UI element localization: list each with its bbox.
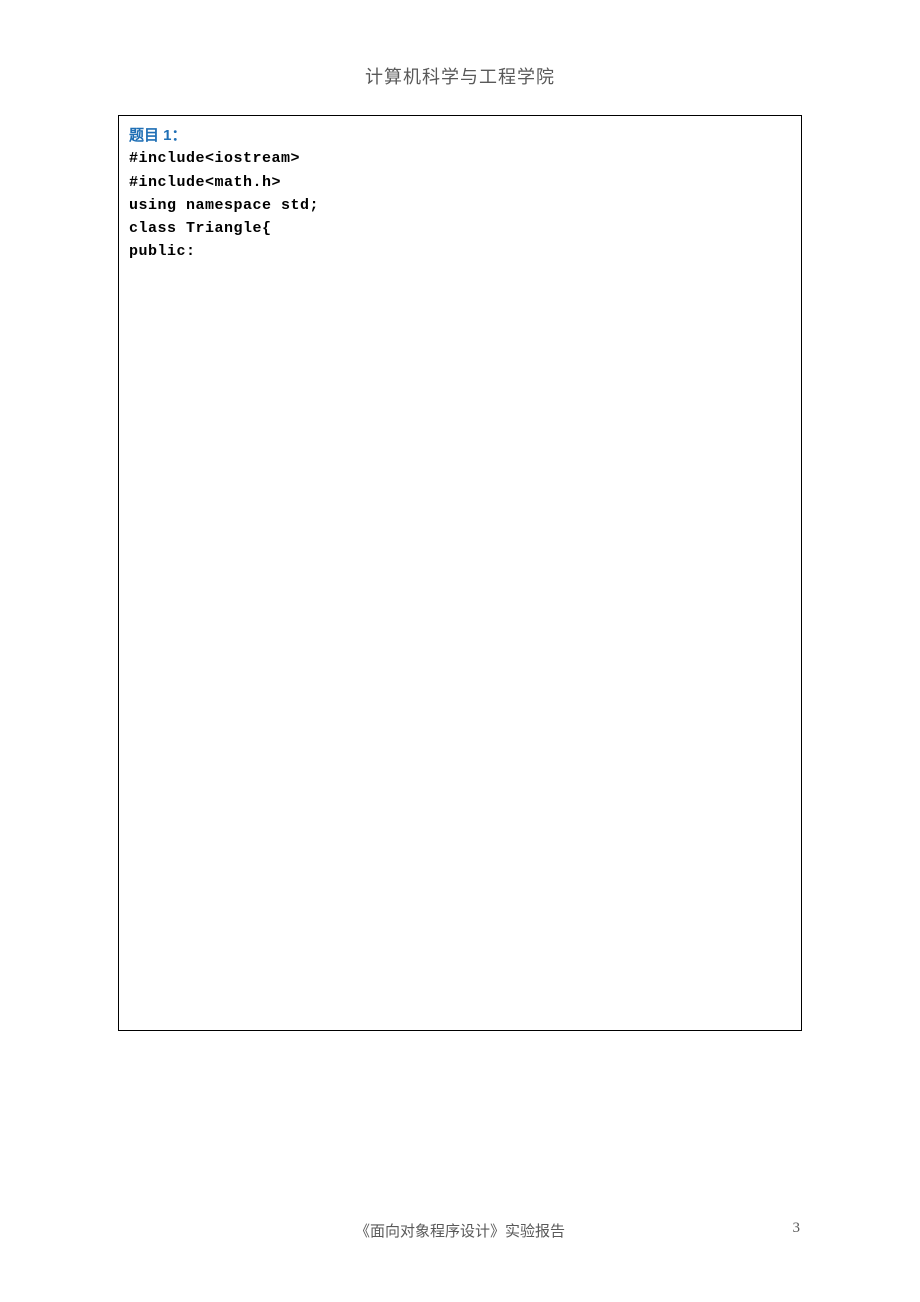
footer-center-text: 《面向对象程序设计》实验报告 — [355, 1220, 565, 1241]
code-line: #include<iostream> — [129, 147, 791, 170]
page-header: 计算机科学与工程学院 — [118, 63, 802, 89]
page: 计算机科学与工程学院 题目 1： #include<iostream> #inc… — [0, 0, 920, 1302]
code-line: public: — [129, 240, 791, 263]
footer-page-number: 3 — [793, 1220, 801, 1237]
code-line: using namespace std; — [129, 194, 791, 217]
code-line: #include<math.h> — [129, 171, 791, 194]
question-heading: 题目 1： — [129, 124, 791, 147]
header-title: 计算机科学与工程学院 — [365, 67, 555, 87]
code-line: class Triangle{ — [129, 217, 791, 240]
content-box: 题目 1： #include<iostream> #include<math.h… — [118, 115, 802, 1031]
